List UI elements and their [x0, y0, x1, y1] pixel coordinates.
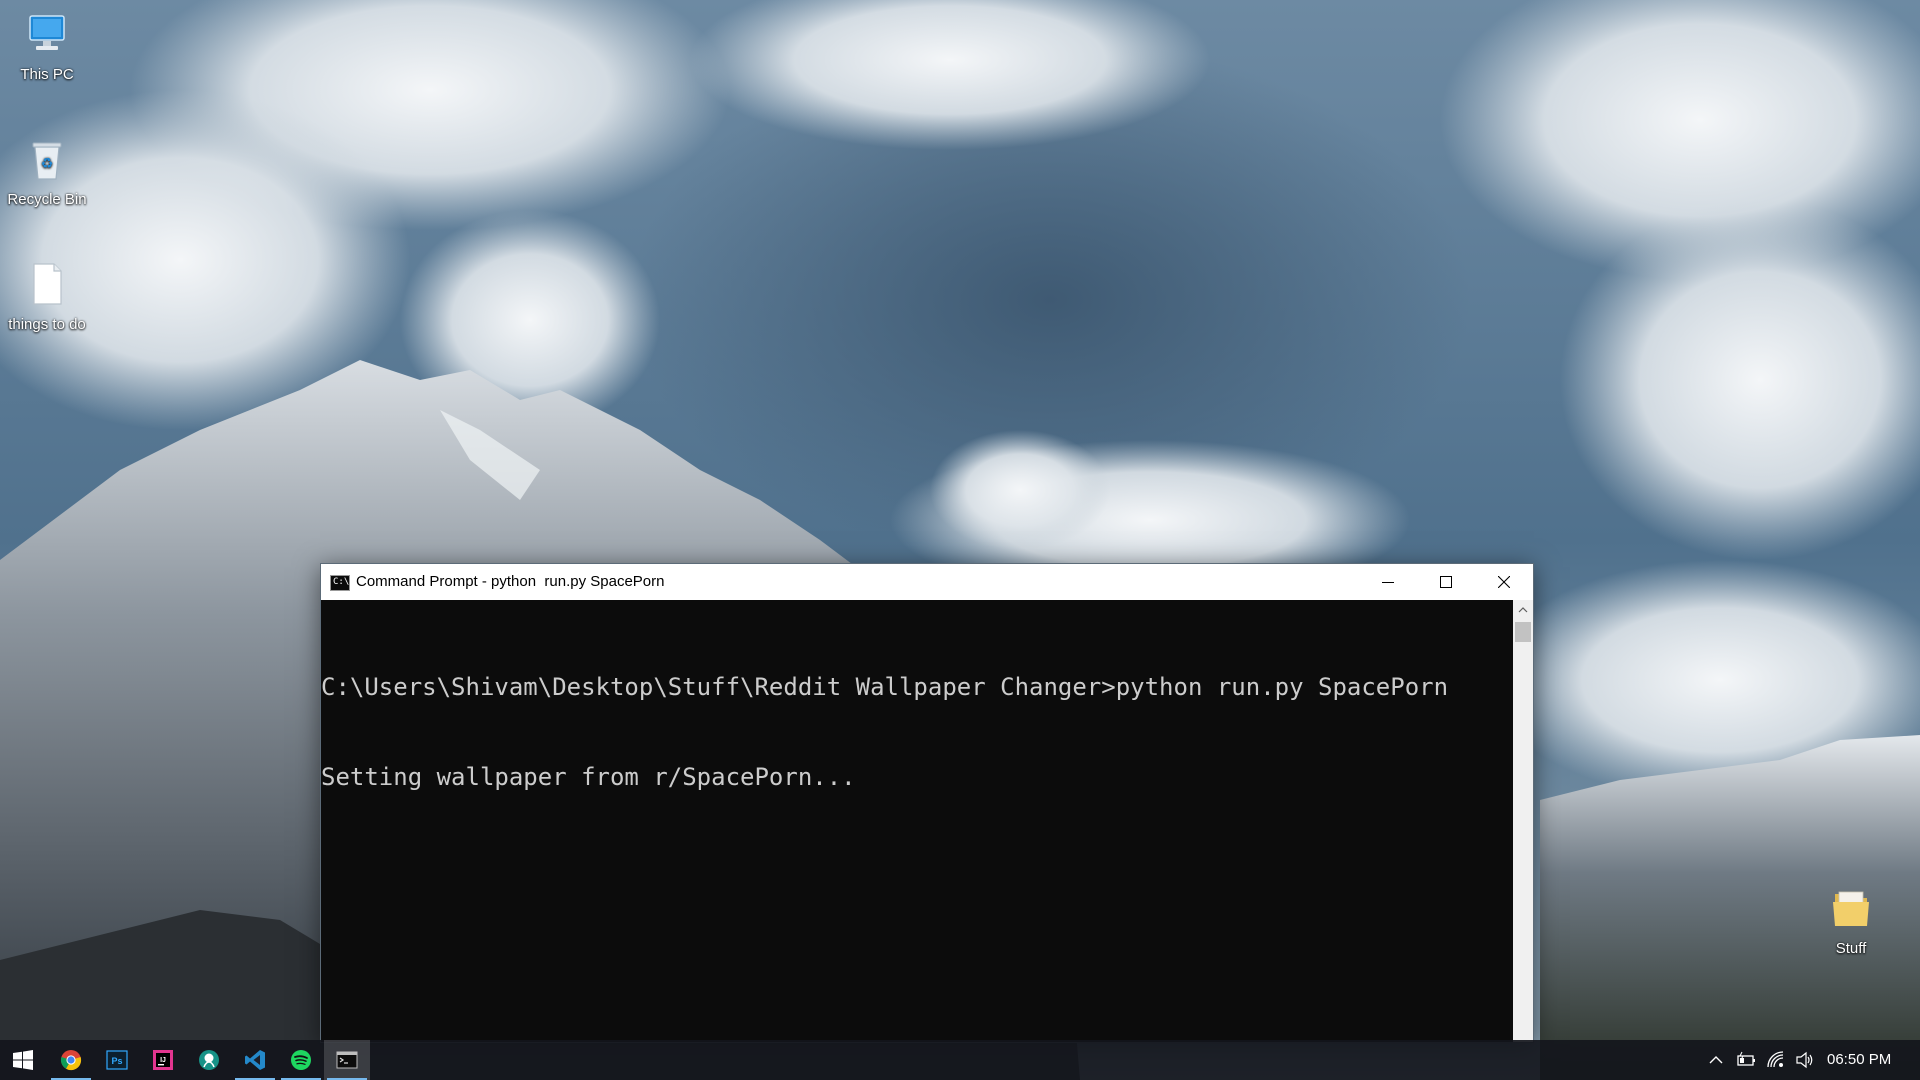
- intellij-icon-label: IJ: [160, 1057, 166, 1064]
- console-line: Setting wallpaper from r/SpacePorn...: [321, 763, 856, 791]
- desktop-icon-label: This PC: [20, 66, 74, 83]
- desktop-icon-label: things to do: [8, 316, 86, 333]
- maximize-icon: [1440, 576, 1452, 588]
- system-clock[interactable]: 06:50 PM: [1827, 1051, 1891, 1069]
- minimize-icon: [1382, 582, 1394, 583]
- vertical-scrollbar[interactable]: [1513, 600, 1533, 1042]
- desktop-icon-stuff[interactable]: Stuff: [1803, 884, 1899, 958]
- cmd-icon: [336, 1051, 358, 1069]
- desktop-icon-label: Stuff: [1835, 940, 1867, 957]
- cmd-app-icon-text: C:\: [333, 577, 350, 587]
- folder-icon: [1833, 891, 1869, 926]
- monitor-icon: [29, 15, 65, 50]
- gitkraken-icon: [199, 1050, 219, 1070]
- chevron-up-icon[interactable]: [1706, 1050, 1726, 1070]
- start-button[interactable]: [0, 1040, 46, 1080]
- close-icon: [1498, 576, 1510, 588]
- photoshop-icon-label: Ps: [111, 1056, 122, 1066]
- cmd-app-icon[interactable]: C:\: [330, 575, 350, 591]
- taskbar-item-spotify[interactable]: [278, 1040, 324, 1080]
- desktop-icon-this-pc[interactable]: This PC: [0, 10, 95, 84]
- desktop-icon-recycle-bin[interactable]: ♻ Recycle Bin: [0, 135, 95, 209]
- vscode-icon: [245, 1050, 265, 1070]
- taskbar-item-photoshop[interactable]: Ps: [94, 1040, 140, 1080]
- command-prompt-window[interactable]: C:\ Command Prompt - python run.py Space…: [320, 563, 1534, 1043]
- console-output[interactable]: C:\Users\Shivam\Desktop\Stuff\Reddit Wal…: [321, 600, 1511, 1042]
- svg-text:♻: ♻: [41, 156, 54, 172]
- desktop-icon-things-to-do[interactable]: things to do: [0, 260, 95, 334]
- chevron-up-icon: [1518, 607, 1528, 613]
- close-button[interactable]: [1475, 564, 1533, 600]
- window-title: Command Prompt - python run.py SpacePorn: [356, 573, 665, 590]
- taskbar-item-intellij[interactable]: IJ: [140, 1040, 186, 1080]
- desktop-icon-label: Recycle Bin: [7, 191, 87, 208]
- console-line: C:\Users\Shivam\Desktop\Stuff\Reddit Wal…: [321, 673, 1449, 701]
- taskbar-item-command-prompt[interactable]: [324, 1040, 370, 1080]
- taskbar-item-chrome[interactable]: [48, 1040, 94, 1080]
- chrome-icon: [60, 1050, 82, 1071]
- photoshop-icon: Ps: [106, 1050, 128, 1070]
- window-titlebar[interactable]: C:\ Command Prompt - python run.py Space…: [321, 564, 1533, 600]
- wifi-icon[interactable]: [1766, 1050, 1786, 1070]
- taskbar-item-gitkraken[interactable]: [186, 1040, 232, 1080]
- text-file-icon: [33, 263, 62, 305]
- spotify-icon: [291, 1050, 311, 1070]
- taskbar: Ps IJ 06:50 PM: [0, 1040, 1920, 1080]
- scrollbar-thumb[interactable]: [1515, 622, 1531, 642]
- maximize-button[interactable]: [1417, 564, 1475, 600]
- windows-logo-icon: [13, 1050, 33, 1070]
- minimize-button[interactable]: [1359, 564, 1417, 600]
- desktop: This PC ♻ Recycle Bin things to do Stuff…: [0, 0, 1920, 1080]
- intellij-icon: IJ: [153, 1050, 173, 1070]
- battery-icon[interactable]: [1736, 1050, 1756, 1070]
- volume-icon[interactable]: [1795, 1050, 1815, 1070]
- recycle-bin-icon: ♻: [32, 142, 62, 180]
- taskbar-item-vscode[interactable]: [232, 1040, 278, 1080]
- scroll-up-button[interactable]: [1513, 600, 1533, 620]
